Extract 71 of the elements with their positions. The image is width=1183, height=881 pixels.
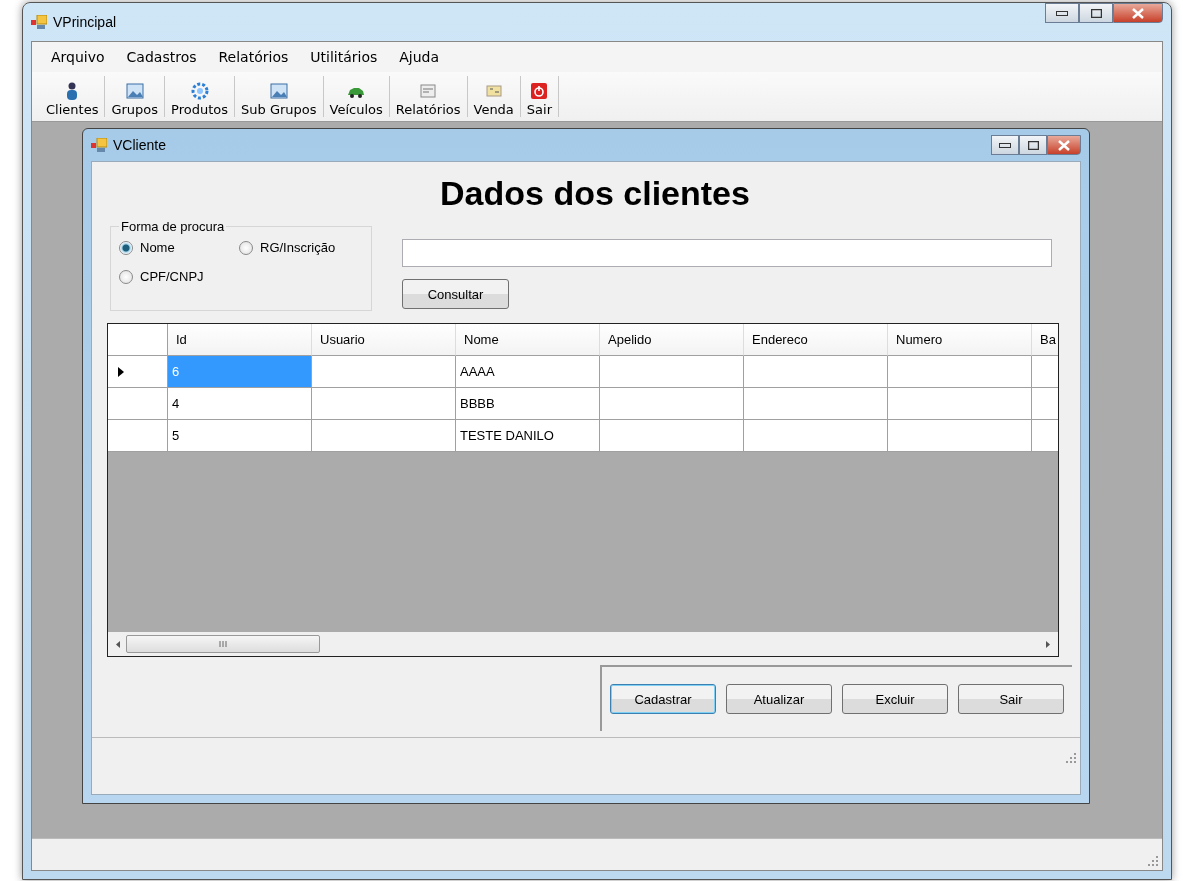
scroll-left-icon[interactable] bbox=[116, 640, 120, 648]
row-header[interactable] bbox=[108, 356, 168, 388]
column-header[interactable]: Endereco bbox=[744, 324, 888, 356]
toolbar-button[interactable]: Veículos bbox=[323, 76, 390, 117]
toolbar-button[interactable]: Grupos bbox=[105, 76, 166, 117]
document-icon bbox=[419, 82, 438, 100]
resize-grip-icon[interactable] bbox=[1148, 856, 1158, 866]
scroll-right-icon[interactable] bbox=[1046, 640, 1050, 648]
resize-grip-icon[interactable] bbox=[1066, 753, 1076, 763]
column-header[interactable]: Nome bbox=[456, 324, 600, 356]
column-header[interactable]: Id bbox=[168, 324, 312, 356]
toolbar-button[interactable]: Produtos bbox=[165, 76, 235, 117]
maximize-icon bbox=[1027, 140, 1039, 150]
group-title: Forma de procura bbox=[120, 219, 226, 234]
toolbar-button[interactable]: Relatórios bbox=[389, 76, 468, 117]
window-title: VCliente bbox=[113, 137, 166, 153]
row-header[interactable] bbox=[108, 324, 168, 356]
action-button[interactable]: Cadastrar bbox=[610, 684, 716, 714]
search-field[interactable] bbox=[402, 239, 1052, 267]
table-cell: 4 bbox=[168, 388, 312, 420]
table-cell: BBBB bbox=[456, 388, 600, 420]
menu-item[interactable]: Arquivo bbox=[40, 49, 116, 65]
action-button[interactable]: Atualizar bbox=[726, 684, 832, 714]
ticket-icon bbox=[484, 82, 503, 100]
minimize-icon bbox=[1056, 10, 1068, 16]
horizontal-scrollbar[interactable] bbox=[108, 632, 1058, 656]
menu-item[interactable]: Utilitários bbox=[299, 49, 389, 65]
maximize-icon bbox=[1090, 8, 1102, 18]
maximize-button[interactable] bbox=[1079, 3, 1113, 23]
row-header[interactable] bbox=[108, 420, 168, 452]
column-header[interactable]: Usuario bbox=[312, 324, 456, 356]
toolbar-button[interactable]: Sub Grupos bbox=[235, 76, 324, 117]
radio-option[interactable]: CPF/CNPJ bbox=[119, 269, 239, 284]
scrollbar-thumb[interactable] bbox=[126, 635, 320, 653]
action-button[interactable]: Excluir bbox=[842, 684, 948, 714]
power-icon bbox=[530, 82, 549, 100]
action-button[interactable]: Sair bbox=[958, 684, 1064, 714]
table-cell: AAAA bbox=[456, 356, 600, 388]
picture-icon bbox=[125, 82, 144, 100]
menu-item[interactable]: Relatórios bbox=[207, 49, 300, 65]
table-cell: 5 bbox=[168, 420, 312, 452]
picture-icon bbox=[269, 82, 288, 100]
minimize-button[interactable] bbox=[1045, 3, 1079, 23]
column-header[interactable]: Apelido bbox=[600, 324, 744, 356]
search-button[interactable]: Consultar bbox=[402, 279, 509, 309]
app-icon bbox=[31, 15, 47, 29]
menu-item[interactable]: Cadastros bbox=[115, 49, 208, 65]
toolbar-button[interactable]: Sair bbox=[520, 76, 560, 117]
table-cell: TESTE DANILO bbox=[456, 420, 600, 452]
toolbar-button[interactable]: Venda bbox=[467, 76, 521, 117]
grip-icon bbox=[219, 641, 227, 647]
close-button[interactable] bbox=[1113, 3, 1163, 23]
table-cell: 6 bbox=[168, 356, 312, 388]
toolbar-button[interactable]: Clientes bbox=[40, 76, 106, 117]
window-title: VPrincipal bbox=[53, 14, 117, 30]
close-button[interactable] bbox=[1047, 135, 1081, 155]
maximize-button[interactable] bbox=[1019, 135, 1047, 155]
menu-item[interactable]: Ajuda bbox=[388, 49, 451, 65]
close-icon bbox=[1132, 7, 1144, 19]
app-icon bbox=[91, 138, 107, 152]
radio-option[interactable]: RG/Inscrição bbox=[239, 240, 363, 255]
column-header[interactable]: Ba bbox=[1032, 324, 1058, 356]
radio-option[interactable]: Nome bbox=[119, 240, 239, 255]
close-icon bbox=[1058, 139, 1070, 151]
row-header[interactable] bbox=[108, 388, 168, 420]
minimize-icon bbox=[999, 142, 1011, 148]
current-row-icon bbox=[118, 366, 124, 377]
column-header[interactable]: Numero bbox=[888, 324, 1032, 356]
gear-icon bbox=[190, 82, 209, 100]
minimize-button[interactable] bbox=[991, 135, 1019, 155]
form-heading: Dados dos clientes bbox=[439, 174, 751, 213]
